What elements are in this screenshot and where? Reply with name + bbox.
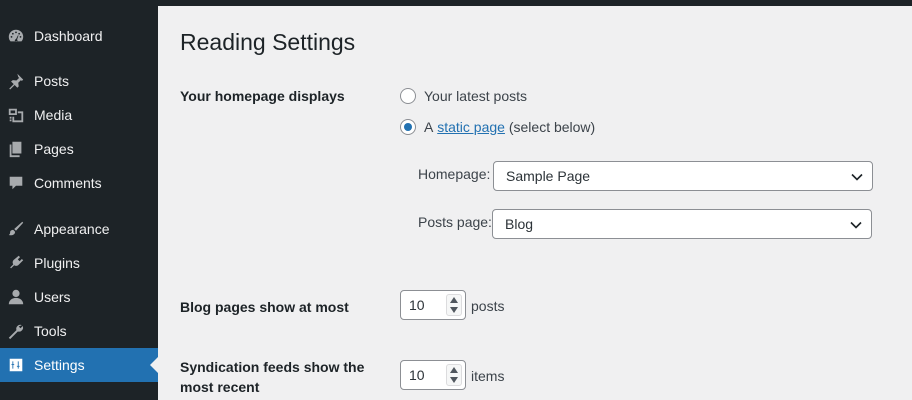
static-page-link[interactable]: static page: [437, 119, 505, 135]
posts-page-select[interactable]: Blog: [492, 209, 872, 239]
radio-latest-posts[interactable]: Your latest posts: [400, 86, 527, 106]
sidebar-item-label: Media: [34, 107, 73, 123]
stepper-up-icon[interactable]: [450, 297, 458, 303]
radio-static-page[interactable]: A static page (select below): [400, 117, 595, 137]
syndication-label-line1: Syndication feeds show the: [180, 359, 365, 375]
sidebar-item-pages[interactable]: Pages: [0, 132, 158, 166]
homepage-select[interactable]: Sample Page: [493, 161, 873, 191]
sidebar-item-label: Settings: [34, 357, 85, 373]
sidebar-item-label: Posts: [34, 73, 70, 89]
sidebar-item-label: Dashboard: [34, 28, 103, 44]
radio-label-prefix: A: [424, 119, 434, 135]
chevron-down-icon: [849, 218, 863, 232]
stepper-down-icon[interactable]: [450, 377, 458, 383]
sidebar-item-plugins[interactable]: Plugins: [0, 246, 158, 280]
homepage-displays-label: Your homepage displays: [180, 88, 345, 104]
comment-icon: [7, 174, 25, 192]
plugin-icon: [7, 254, 25, 272]
stepper-down-icon[interactable]: [450, 307, 458, 313]
radio-button[interactable]: [400, 119, 416, 135]
items-unit: items: [471, 368, 505, 384]
posts-per-page-input[interactable]: 10: [400, 290, 466, 320]
settings-icon: [7, 356, 25, 374]
number-stepper[interactable]: [446, 294, 462, 316]
sidebar-item-posts[interactable]: Posts: [0, 64, 158, 98]
sidebar-item-label: Plugins: [34, 255, 80, 271]
dashboard-icon: [7, 27, 25, 45]
radio-button[interactable]: [400, 88, 416, 104]
syndication-label-line2: most recent: [180, 379, 260, 395]
posts-per-page-value: 10: [409, 297, 425, 313]
homepage-select-value: Sample Page: [506, 168, 591, 184]
posts-page-select-label: Posts page:: [418, 214, 492, 230]
sidebar-item-media[interactable]: Media: [0, 98, 158, 132]
active-indicator: [150, 357, 158, 373]
wrench-icon: [7, 322, 25, 340]
number-stepper[interactable]: [446, 364, 462, 386]
homepage-select-label: Homepage:: [418, 166, 491, 182]
sidebar-item-tools[interactable]: Tools: [0, 314, 158, 348]
radio-label-suffix: (select below): [508, 119, 596, 135]
sidebar-item-label: Pages: [34, 141, 74, 157]
sidebar-item-users[interactable]: Users: [0, 280, 158, 314]
sidebar-item-label: Appearance: [34, 221, 110, 237]
feed-items-input[interactable]: 10: [400, 360, 466, 390]
admin-sidebar: Dashboard Posts Media Pages Comments App…: [0, 0, 158, 400]
sidebar-item-label: Comments: [34, 175, 102, 191]
sidebar-item-label: Tools: [34, 323, 67, 339]
posts-unit: posts: [471, 298, 505, 314]
sidebar-item-settings[interactable]: Settings: [0, 348, 158, 382]
main-content: Reading Settings Your homepage displays …: [158, 6, 912, 400]
pin-icon: [7, 72, 25, 90]
page-title: Reading Settings: [180, 29, 356, 55]
pages-icon: [7, 140, 25, 158]
feed-items-value: 10: [409, 367, 425, 383]
chevron-down-icon: [850, 170, 864, 184]
media-icon: [7, 106, 25, 124]
radio-label: Your latest posts: [424, 88, 527, 104]
posts-page-select-value: Blog: [505, 216, 534, 232]
sidebar-item-dashboard[interactable]: Dashboard: [0, 19, 158, 53]
user-icon: [7, 288, 25, 306]
stepper-up-icon[interactable]: [450, 367, 458, 373]
brush-icon: [7, 220, 25, 238]
sidebar-item-appearance[interactable]: Appearance: [0, 212, 158, 246]
blog-pages-label: Blog pages show at most: [180, 299, 349, 315]
sidebar-item-label: Users: [34, 289, 71, 305]
sidebar-item-comments[interactable]: Comments: [0, 166, 158, 200]
